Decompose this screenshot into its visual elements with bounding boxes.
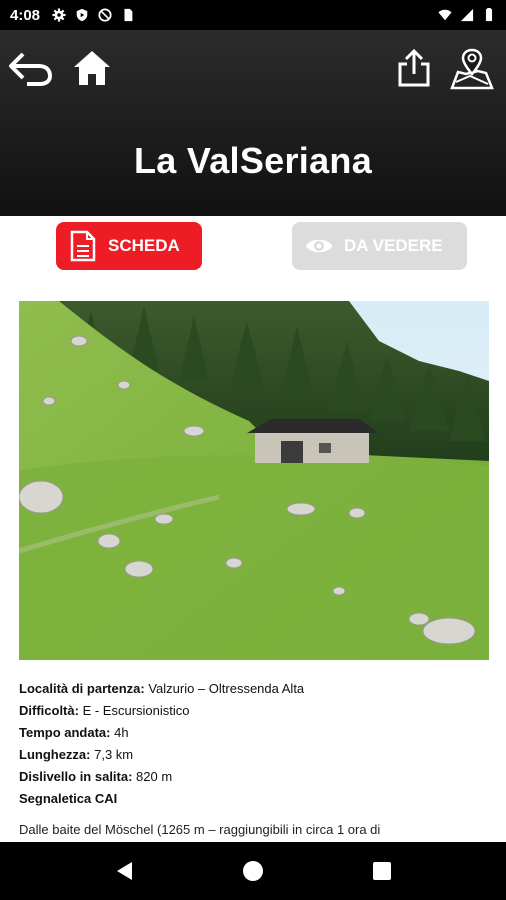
share-button[interactable] (390, 44, 438, 92)
detail-row-partenza: Località di partenza: Valzurio – Oltress… (19, 678, 489, 700)
detail-value: Valzurio – Oltressenda Alta (144, 681, 305, 696)
map-button[interactable] (448, 44, 496, 92)
home-circle-icon (242, 861, 263, 881)
detail-label: Difficoltà: (19, 703, 79, 718)
detail-row-segnaletica: Segnaletica CAI (19, 788, 489, 810)
detail-label: Tempo andata: (19, 725, 111, 740)
play-protect-icon (76, 8, 88, 22)
detail-label: Segnaletica CAI (19, 791, 118, 806)
tab-da-vedere-label: DA VEDERE (344, 236, 443, 255)
back-triangle-icon (117, 862, 133, 880)
back-button[interactable] (6, 44, 54, 92)
detail-value: E - Escursionistico (78, 703, 190, 718)
tab-scheda-label: SCHEDA (108, 236, 180, 255)
detail-row-difficolta: Difficoltà: E - Escursionistico (19, 700, 489, 722)
detail-row-tempo: Tempo andata: 4h (19, 722, 489, 744)
page-title: La ValSeriana (133, 140, 373, 181)
signal-icon (460, 8, 474, 22)
nav-home-button[interactable] (233, 851, 273, 891)
system-nav-bar (0, 842, 506, 900)
hut-shape (247, 419, 379, 463)
trail-details: Località di partenza: Valzurio – Oltress… (19, 678, 489, 810)
detail-value: 4h (110, 725, 129, 740)
detail-row-lunghezza: Lunghezza: 7,3 km (19, 744, 489, 766)
no-entry-icon (98, 8, 112, 22)
trail-photo (19, 301, 489, 660)
tab-scheda[interactable]: SCHEDA (56, 222, 202, 270)
sim-icon (124, 8, 133, 22)
back-arrow-icon (9, 52, 53, 86)
recents-square-icon (372, 862, 391, 880)
eye-icon (304, 231, 334, 261)
app-header: La ValSeriana (0, 30, 506, 216)
status-time: 4:08 (10, 6, 41, 24)
status-bar: 4:08 (0, 0, 506, 30)
document-icon (68, 230, 98, 262)
detail-value: 820 m (132, 769, 173, 784)
nav-recents-button[interactable] (362, 851, 402, 891)
wifi-icon (438, 9, 452, 21)
detail-value: 7,3 km (90, 747, 134, 762)
home-icon (74, 51, 110, 85)
detail-label: Dislivello in salita: (19, 769, 133, 784)
detail-row-dislivello: Dislivello in salita: 820 m (19, 766, 489, 788)
tab-da-vedere[interactable]: DA VEDERE (292, 222, 467, 270)
description-text: Dalle baite del Möschel (1265 m – raggiu… (19, 822, 381, 837)
nav-back-button[interactable] (104, 851, 144, 891)
map-pin-icon (450, 48, 494, 90)
detail-label: Località di partenza: (19, 681, 145, 696)
gear-icon (52, 8, 66, 22)
detail-label: Lunghezza: (19, 747, 91, 762)
home-button[interactable] (68, 44, 116, 92)
battery-icon (485, 8, 493, 22)
share-icon (398, 48, 430, 87)
